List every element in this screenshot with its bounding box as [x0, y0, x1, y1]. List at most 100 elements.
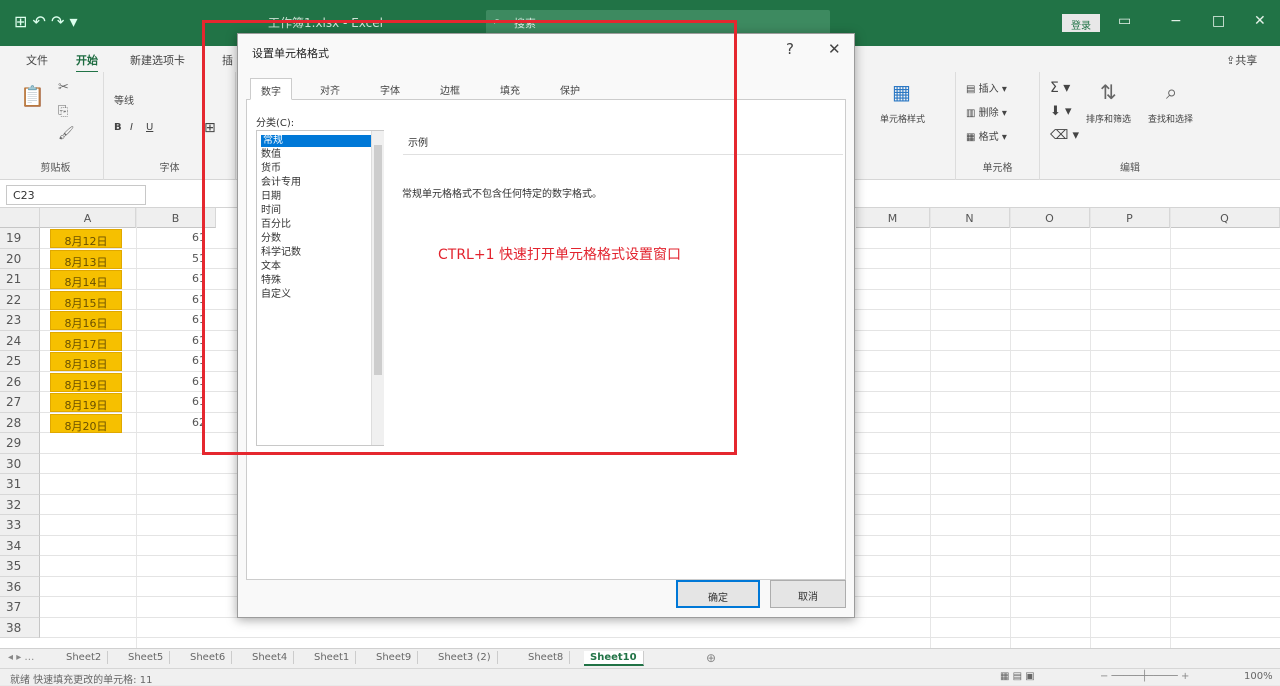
row-header[interactable]: 34: [0, 535, 40, 556]
font-name-select[interactable]: 等线: [114, 92, 134, 107]
row-header[interactable]: 35: [0, 556, 40, 577]
autosum-icon[interactable]: Σ ▾: [1050, 80, 1070, 96]
select-all-corner[interactable]: [0, 208, 40, 228]
row-header[interactable]: 28: [0, 412, 40, 433]
delete-button[interactable]: ▥ 删除 ▾: [966, 104, 1007, 119]
sheet-tab[interactable]: Sheet1: [308, 651, 357, 664]
cell-date[interactable]: 8月19日: [50, 372, 122, 392]
column-header-q[interactable]: Q: [1170, 208, 1280, 228]
status-bar: 就绪 快速填充更改的单元格: 11 ▦ ▤ ▣ − ─────┼───── + …: [0, 668, 1280, 686]
grid-row[interactable]: [40, 618, 1280, 638]
tab-new[interactable]: 新建选项卡: [130, 52, 185, 68]
cells-group-label: 单元格: [982, 163, 1013, 174]
format-button[interactable]: ▦ 格式 ▾: [966, 128, 1007, 143]
delete-icon: ▥: [966, 108, 976, 119]
row-header[interactable]: 38: [0, 617, 40, 638]
row-header[interactable]: 32: [0, 494, 40, 515]
clear-icon[interactable]: ⌫ ▾: [1050, 128, 1079, 143]
sort-filter-button[interactable]: 排序和筛选: [1086, 112, 1131, 125]
sheet-tab[interactable]: Sheet6: [184, 651, 233, 664]
row-header[interactable]: 31: [0, 474, 40, 495]
row-header[interactable]: 19: [0, 228, 40, 249]
cell-styles-button[interactable]: 单元格样式: [880, 112, 925, 125]
copy-icon[interactable]: ⎘: [58, 104, 68, 119]
login-button[interactable]: 登录: [1062, 14, 1100, 32]
dialog-close-button[interactable]: ✕: [828, 40, 841, 58]
column-header-o[interactable]: O: [1010, 208, 1090, 228]
sheet-tab[interactable]: Sheet5: [122, 651, 171, 664]
find-icon[interactable]: ⌕: [1166, 80, 1177, 104]
name-box[interactable]: C23: [6, 185, 146, 205]
cell-date[interactable]: 8月17日: [50, 331, 122, 351]
help-button[interactable]: ?: [786, 40, 794, 58]
cell-date[interactable]: 8月19日: [50, 393, 122, 412]
cell-styles-icon[interactable]: ▦: [892, 80, 911, 104]
cell-date[interactable]: 8月16日: [50, 311, 122, 330]
share-icon: ⇪: [1226, 54, 1236, 67]
row-header[interactable]: 29: [0, 433, 40, 454]
sort-filter-icon[interactable]: ⇅: [1100, 80, 1117, 104]
insert-button[interactable]: ▤ 插入 ▾: [966, 80, 1007, 95]
cell-date[interactable]: 8月18日: [50, 352, 122, 371]
cell-date[interactable]: 8月15日: [50, 290, 122, 310]
row-header[interactable]: 26: [0, 371, 40, 392]
paste-icon[interactable]: 📋: [20, 84, 45, 108]
tab-file[interactable]: 文件: [26, 52, 48, 68]
cancel-button[interactable]: 取消: [770, 580, 846, 608]
tab-scroll-icon[interactable]: ◂ ▸ …: [8, 652, 34, 663]
bold-icon[interactable]: B: [114, 122, 122, 133]
ok-button[interactable]: 确定: [676, 580, 760, 608]
row-header[interactable]: 36: [0, 576, 40, 597]
sheet-tab[interactable]: Sheet8: [522, 651, 571, 664]
quick-access-toolbar[interactable]: ⊞ ↶ ↷ ▾: [14, 12, 78, 31]
column-header-p[interactable]: P: [1090, 208, 1170, 228]
close-button[interactable]: ✕: [1254, 13, 1266, 29]
minimize-button[interactable]: −: [1170, 13, 1182, 29]
row-header[interactable]: 22: [0, 289, 40, 310]
clipboard-group: 📋 ✂ ⎘ 🖌 剪贴板: [8, 72, 104, 180]
italic-icon[interactable]: I: [130, 122, 133, 133]
sheet-tab[interactable]: Sheet9: [370, 651, 419, 664]
format-painter-icon[interactable]: 🖌: [58, 126, 75, 141]
sheet-tab[interactable]: Sheet3 (2): [432, 651, 498, 664]
row-header[interactable]: 37: [0, 597, 40, 618]
editing-group: Σ ▾ ⬇ ▾ ⌫ ▾ ⇅ 排序和筛选 ⌕ 查找和选择 编辑: [1040, 72, 1220, 180]
sheet-tab[interactable]: Sheet4: [246, 651, 295, 664]
maximize-button[interactable]: □: [1212, 13, 1225, 29]
cell-date[interactable]: 8月12日: [50, 229, 122, 248]
row-header[interactable]: 33: [0, 515, 40, 536]
row-header[interactable]: 25: [0, 351, 40, 372]
zoom-level[interactable]: 100%: [1244, 671, 1273, 682]
cell-date[interactable]: 8月20日: [50, 413, 122, 433]
sheet-tab[interactable]: Sheet10: [584, 651, 644, 666]
cell-date[interactable]: 8月13日: [50, 249, 122, 269]
row-header[interactable]: 27: [0, 392, 40, 413]
view-buttons[interactable]: ▦ ▤ ▣: [1000, 671, 1035, 682]
column-header-a[interactable]: A: [40, 208, 136, 228]
cut-icon[interactable]: ✂: [58, 80, 69, 95]
delete-label: 删除: [978, 108, 999, 119]
underline-icon[interactable]: U: [146, 122, 153, 133]
format-icon: ▦: [966, 132, 976, 143]
row-header[interactable]: 30: [0, 453, 40, 474]
zoom-slider[interactable]: − ─────┼───── +: [1100, 671, 1189, 682]
editing-group-label: 编辑: [1120, 163, 1140, 174]
row-header[interactable]: 24: [0, 330, 40, 351]
cell-date[interactable]: 8月14日: [50, 270, 122, 289]
status-text: 就绪 快速填充更改的单元格: 11: [10, 675, 153, 686]
column-header-n[interactable]: N: [930, 208, 1010, 228]
sheet-tab-bar: ◂ ▸ … Sheet2 Sheet5 Sheet6 Sheet4 Sheet1 Shee…: [0, 648, 1280, 668]
highlight-box: [202, 20, 737, 455]
row-header[interactable]: 23: [0, 310, 40, 331]
styles-group: ▦ 单元格样式: [856, 72, 956, 180]
ribbon-display-icon[interactable]: ▭: [1118, 13, 1131, 29]
column-header-m[interactable]: M: [856, 208, 930, 228]
sheet-tab[interactable]: Sheet2: [60, 651, 109, 664]
row-header[interactable]: 21: [0, 269, 40, 290]
fill-icon[interactable]: ⬇ ▾: [1050, 104, 1072, 119]
add-sheet-icon[interactable]: ⊕: [706, 651, 716, 665]
find-select-button[interactable]: 查找和选择: [1148, 112, 1193, 125]
tab-home[interactable]: 开始: [76, 52, 98, 73]
share-button[interactable]: ⇪共享: [1226, 52, 1257, 68]
row-header[interactable]: 20: [0, 248, 40, 269]
